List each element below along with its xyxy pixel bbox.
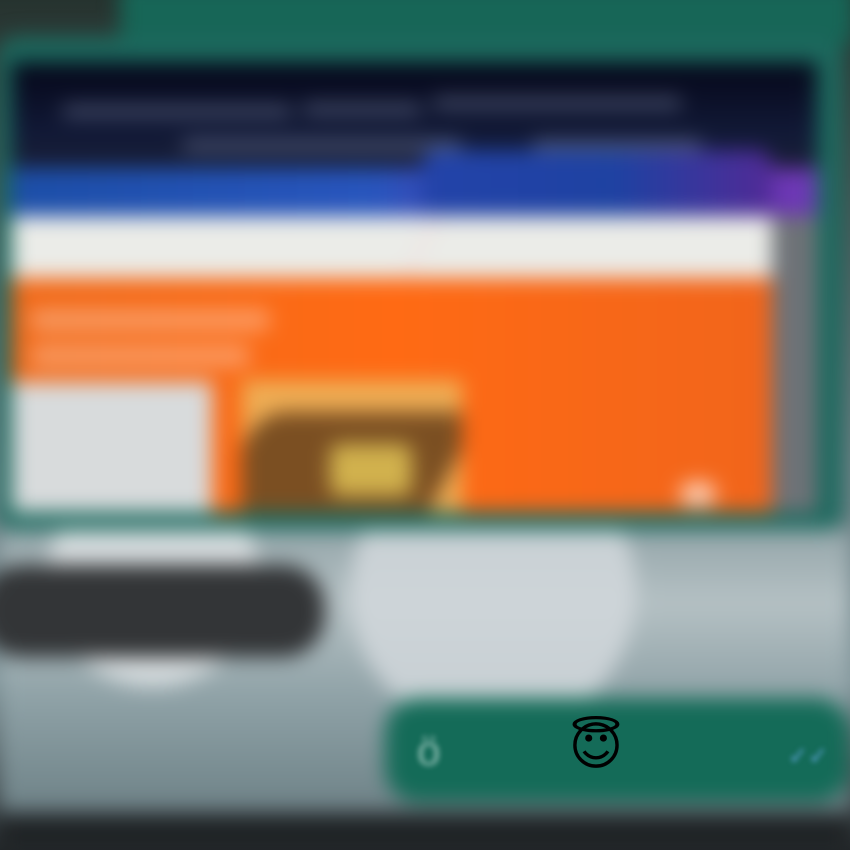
shared-image-blurred-line <box>532 140 702 150</box>
shared-image-blurred-line <box>302 104 422 114</box>
shared-image-left-card <box>12 382 212 512</box>
outgoing-message-bubble[interactable] <box>385 698 850 802</box>
incoming-message-bubble[interactable] <box>0 565 325 657</box>
shared-screenshot-image[interactable] <box>12 62 817 512</box>
shared-image-blurred-line <box>432 98 682 108</box>
shared-image-right-gray-panel <box>772 216 817 512</box>
bottom-composer-area <box>0 820 850 850</box>
shared-image-blurred-line <box>62 106 292 116</box>
shared-image-photo-card <box>242 380 462 512</box>
shared-image-headline-block <box>30 309 270 331</box>
shared-image-white-dot <box>680 482 716 506</box>
blurred-chat-background <box>0 0 850 850</box>
shared-image-blurred-line <box>182 140 462 150</box>
chat-screen: ö 😇 ✓✓ <box>0 0 850 850</box>
shared-image-headline-block <box>30 345 250 367</box>
